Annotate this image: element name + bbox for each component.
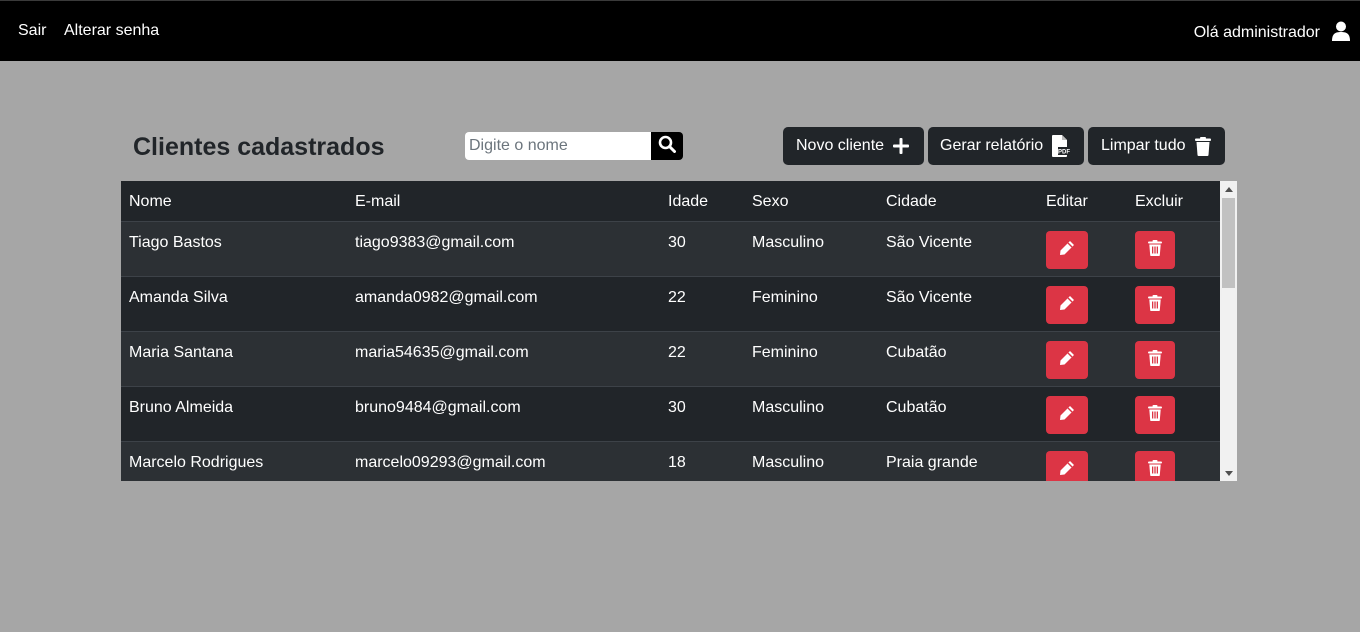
- page-title: Clientes cadastrados: [133, 133, 385, 161]
- clear-all-button[interactable]: Limpar tudo: [1088, 127, 1225, 165]
- header-email: E-mail: [355, 193, 401, 210]
- scroll-down-arrow-icon[interactable]: [1220, 465, 1237, 481]
- cell-email: bruno9484@gmail.com: [355, 399, 521, 416]
- generate-report-button[interactable]: Gerar relatório PDF: [928, 127, 1084, 165]
- cell-cidade: Cubatão: [886, 399, 947, 416]
- delete-button[interactable]: [1135, 341, 1175, 379]
- logout-link[interactable]: Sair: [18, 22, 46, 40]
- search-icon: [658, 135, 676, 158]
- cell-cidade: Cubatão: [886, 344, 947, 361]
- table-scrollbar[interactable]: [1220, 181, 1237, 481]
- pencil-icon: [1059, 460, 1075, 481]
- search-button[interactable]: [651, 132, 683, 160]
- table-row: Amanda Silva amanda0982@gmail.com 22 Fem…: [121, 277, 1220, 332]
- delete-button[interactable]: [1135, 286, 1175, 324]
- header-editar: Editar: [1046, 193, 1088, 210]
- delete-button[interactable]: [1135, 231, 1175, 269]
- edit-button[interactable]: [1046, 396, 1088, 434]
- header-nome: Nome: [129, 193, 172, 210]
- cell-email: marcelo09293@gmail.com: [355, 454, 546, 471]
- cell-idade: 30: [668, 234, 686, 251]
- table-row: Tiago Bastos tiago9383@gmail.com 30 Masc…: [121, 222, 1220, 277]
- cell-sexo: Masculino: [752, 454, 825, 471]
- scrollbar-thumb[interactable]: [1222, 198, 1235, 288]
- change-password-link[interactable]: Alterar senha: [64, 22, 159, 40]
- cell-nome: Bruno Almeida: [129, 399, 234, 416]
- trash-icon: [1148, 294, 1162, 316]
- trash-icon: [1148, 349, 1162, 371]
- cell-nome: Tiago Bastos: [129, 234, 222, 251]
- cell-sexo: Feminino: [752, 344, 818, 361]
- cell-email: tiago9383@gmail.com: [355, 234, 515, 251]
- cell-idade: 30: [668, 399, 686, 416]
- search-bar: [465, 132, 683, 160]
- pencil-icon: [1059, 240, 1075, 261]
- clear-all-label: Limpar tudo: [1101, 137, 1186, 154]
- cell-idade: 22: [668, 344, 686, 361]
- trash-icon: [1194, 136, 1211, 156]
- cell-idade: 22: [668, 289, 686, 306]
- user-icon[interactable]: [1332, 21, 1352, 41]
- header-idade: Idade: [668, 193, 709, 210]
- table-row: Maria Santana maria54635@gmail.com 22 Fe…: [121, 332, 1220, 387]
- trash-icon: [1148, 239, 1162, 261]
- cell-sexo: Masculino: [752, 234, 825, 251]
- trash-icon: [1148, 459, 1162, 481]
- delete-button[interactable]: [1135, 396, 1175, 434]
- cell-sexo: Masculino: [752, 399, 825, 416]
- header-sexo: Sexo: [752, 193, 789, 210]
- table-row: Bruno Almeida bruno9484@gmail.com 30 Mas…: [121, 387, 1220, 442]
- pencil-icon: [1059, 295, 1075, 316]
- delete-button[interactable]: [1135, 451, 1175, 481]
- new-client-button[interactable]: Novo cliente: [783, 127, 924, 165]
- edit-button[interactable]: [1046, 451, 1088, 481]
- cell-cidade: São Vicente: [886, 234, 972, 251]
- plus-icon: [893, 138, 910, 154]
- table-header: Nome E-mail Idade Sexo Cidade Editar Exc…: [121, 181, 1220, 222]
- cell-cidade: Praia grande: [886, 454, 978, 471]
- edit-button[interactable]: [1046, 286, 1088, 324]
- header-excluir: Excluir: [1135, 193, 1184, 210]
- pencil-icon: [1059, 405, 1075, 426]
- new-client-label: Novo cliente: [796, 137, 885, 154]
- header-cidade: Cidade: [886, 193, 937, 210]
- scroll-up-arrow-icon[interactable]: [1220, 181, 1237, 197]
- cell-email: maria54635@gmail.com: [355, 344, 529, 361]
- generate-report-label: Gerar relatório: [940, 137, 1044, 154]
- cell-nome: Marcelo Rodrigues: [129, 454, 264, 471]
- pdf-file-icon: PDF: [1052, 135, 1071, 157]
- cell-sexo: Feminino: [752, 289, 818, 306]
- cell-idade: 18: [668, 454, 686, 471]
- trash-icon: [1148, 404, 1162, 426]
- cell-cidade: São Vicente: [886, 289, 972, 306]
- svg-text:PDF: PDF: [1058, 150, 1070, 156]
- top-navbar: Sair Alterar senha Olá administrador: [0, 0, 1360, 61]
- edit-button[interactable]: [1046, 231, 1088, 269]
- clients-table: Nome E-mail Idade Sexo Cidade Editar Exc…: [121, 181, 1237, 481]
- cell-email: amanda0982@gmail.com: [355, 289, 538, 306]
- edit-button[interactable]: [1046, 341, 1088, 379]
- search-input[interactable]: [465, 132, 651, 160]
- pencil-icon: [1059, 350, 1075, 371]
- user-greeting: Olá administrador: [1193, 24, 1320, 41]
- table-row: Marcelo Rodrigues marcelo09293@gmail.com…: [121, 442, 1220, 481]
- cell-nome: Amanda Silva: [129, 289, 228, 306]
- cell-nome: Maria Santana: [129, 344, 234, 361]
